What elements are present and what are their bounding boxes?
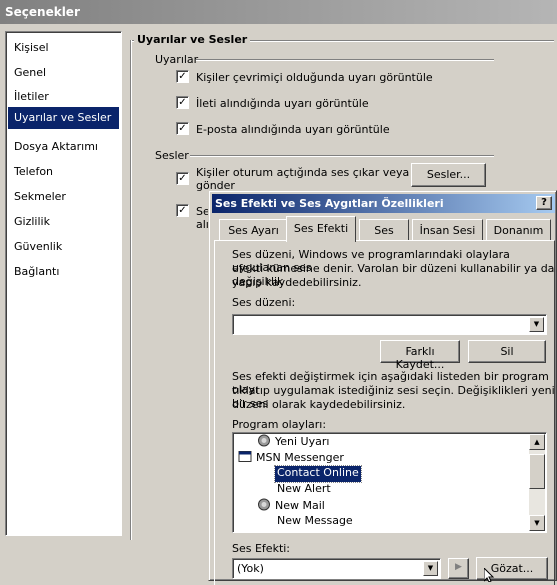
panel-title: Uyarılar ve Sesler: [134, 33, 251, 46]
program-events-label: Program olayları:: [232, 418, 327, 431]
sound-properties-dialog: Ses Efekti ve Ses Aygıtları Özellikleri …: [208, 190, 557, 585]
alerts-group-label: Uyarılar: [155, 53, 199, 66]
dialog-title-bar: Ses Efekti ve Ses Aygıtları Özellikleri: [212, 194, 555, 213]
sound-value: (Yok): [237, 562, 264, 575]
play-button[interactable]: ▶: [448, 558, 469, 579]
panel-left-edge: [130, 40, 132, 540]
play-icon: ▶: [455, 562, 462, 572]
sound-option-2-checkbox[interactable]: ✓: [176, 204, 189, 217]
sidebar-item-personal[interactable]: Kişisel: [8, 37, 119, 59]
scroll-thumb[interactable]: [529, 454, 545, 489]
sound-dropdown-arrow-icon[interactable]: ▼: [423, 561, 438, 576]
scroll-down-icon[interactable]: ▼: [529, 515, 545, 531]
list-item[interactable]: Contact Online: [274, 465, 362, 483]
sidebar-item-messages[interactable]: İletiler: [8, 86, 119, 108]
list-item[interactable]: New Alert: [277, 482, 331, 498]
list-item[interactable]: New Mail: [257, 498, 325, 514]
alert-message-received-checkbox[interactable]: ✓: [176, 96, 189, 109]
tab-hardware[interactable]: Donanım: [486, 219, 551, 240]
save-as-button[interactable]: Farklı Kaydet...: [380, 340, 460, 371]
event-label: New Message: [277, 514, 353, 527]
alert-message-received-label: İleti alındığında uyarı görüntüle: [196, 97, 369, 110]
sidebar-item-file-transfer[interactable]: Dosya Aktarımı: [8, 136, 119, 158]
sound-label: Ses Efekti:: [232, 542, 291, 555]
alert-contacts-online-label: Kişiler çevrimiçi olduğunda uyarı görünt…: [196, 71, 433, 84]
sidebar-item-general[interactable]: Genel: [8, 62, 119, 84]
list-item[interactable]: New Message: [277, 514, 353, 530]
window-title: Seçenekler: [5, 5, 80, 19]
event-label: Contact Online: [277, 466, 359, 479]
scheme-dropdown[interactable]: ▼: [232, 314, 547, 335]
event-label: New Alert: [277, 482, 331, 495]
sound-contacts-signin-label-line1: Kişiler oturum açtığında ses çıkar veya …: [196, 166, 434, 179]
events-scrollbar[interactable]: ▲ ▼: [529, 434, 545, 531]
sidebar-item-tabs[interactable]: Sekmeler: [8, 186, 119, 208]
sidebar-item-privacy[interactable]: Gizlilik: [8, 211, 119, 233]
sidebar-item-alerts-sounds[interactable]: Uyarılar ve Sesler: [8, 107, 119, 129]
speaker-icon: [258, 434, 270, 447]
alert-email-received-checkbox[interactable]: ✓: [176, 122, 189, 135]
event-label: New Mail: [275, 499, 325, 512]
sidebar-item-connection[interactable]: Bağlantı: [8, 261, 119, 283]
scheme-dropdown-arrow-icon[interactable]: ▼: [529, 317, 544, 332]
options-sidebar: Kişisel Genel İletiler Uyarılar ve Sesle…: [5, 31, 122, 536]
browse-button-label: Gözat...: [490, 562, 534, 575]
sounds-group-label: Sesler: [155, 149, 189, 162]
sound-dropdown[interactable]: (Yok) ▼: [232, 558, 441, 579]
sounds-button[interactable]: Sesler...: [411, 163, 486, 187]
sound-contacts-signin-checkbox[interactable]: ✓: [176, 172, 189, 185]
mouse-cursor-icon: [484, 568, 495, 582]
tab-sound-effects[interactable]: Ses Efekti: [286, 216, 356, 242]
window-title-bar: Seçenekler: [0, 0, 557, 24]
tab-audio[interactable]: Ses: [359, 219, 409, 240]
sounds-group-rule: [190, 155, 494, 157]
event-label: MSN Messenger: [256, 451, 344, 464]
scroll-up-icon[interactable]: ▲: [529, 434, 545, 450]
dialog-title: Ses Efekti ve Ses Aygıtları Özellikleri: [215, 197, 444, 210]
alert-email-received-label: E-posta alındığında uyarı görüntüle: [196, 123, 390, 136]
list-item[interactable]: MSN Messenger: [238, 450, 344, 466]
sidebar-item-phone[interactable]: Telefon: [8, 161, 119, 183]
alert-contacts-online-checkbox[interactable]: ✓: [176, 70, 189, 83]
help-button[interactable]: ?: [536, 196, 552, 210]
tab-volume[interactable]: Ses Ayarı: [219, 219, 288, 240]
description-line3: yapıp kaydedebilirsiniz.: [232, 276, 362, 289]
list-item[interactable]: Yeni Uyarı: [257, 434, 329, 450]
instructions-line3: düzeni olarak kaydedebilirsiniz.: [232, 398, 406, 411]
event-label: Yeni Uyarı: [275, 435, 330, 448]
program-events-list[interactable]: Yeni Uyarı MSN Messenger Contact Online …: [232, 432, 547, 533]
delete-button[interactable]: Sil: [468, 340, 546, 363]
tab-panel-sound-effects: [214, 240, 555, 585]
alerts-group-rule: [196, 59, 494, 61]
speaker-icon: [258, 498, 270, 511]
scheme-label: Ses düzeni:: [232, 296, 296, 309]
tab-voice[interactable]: İnsan Sesi: [412, 219, 483, 240]
window-icon: [238, 451, 252, 462]
sidebar-item-security[interactable]: Güvenlik: [8, 236, 119, 258]
